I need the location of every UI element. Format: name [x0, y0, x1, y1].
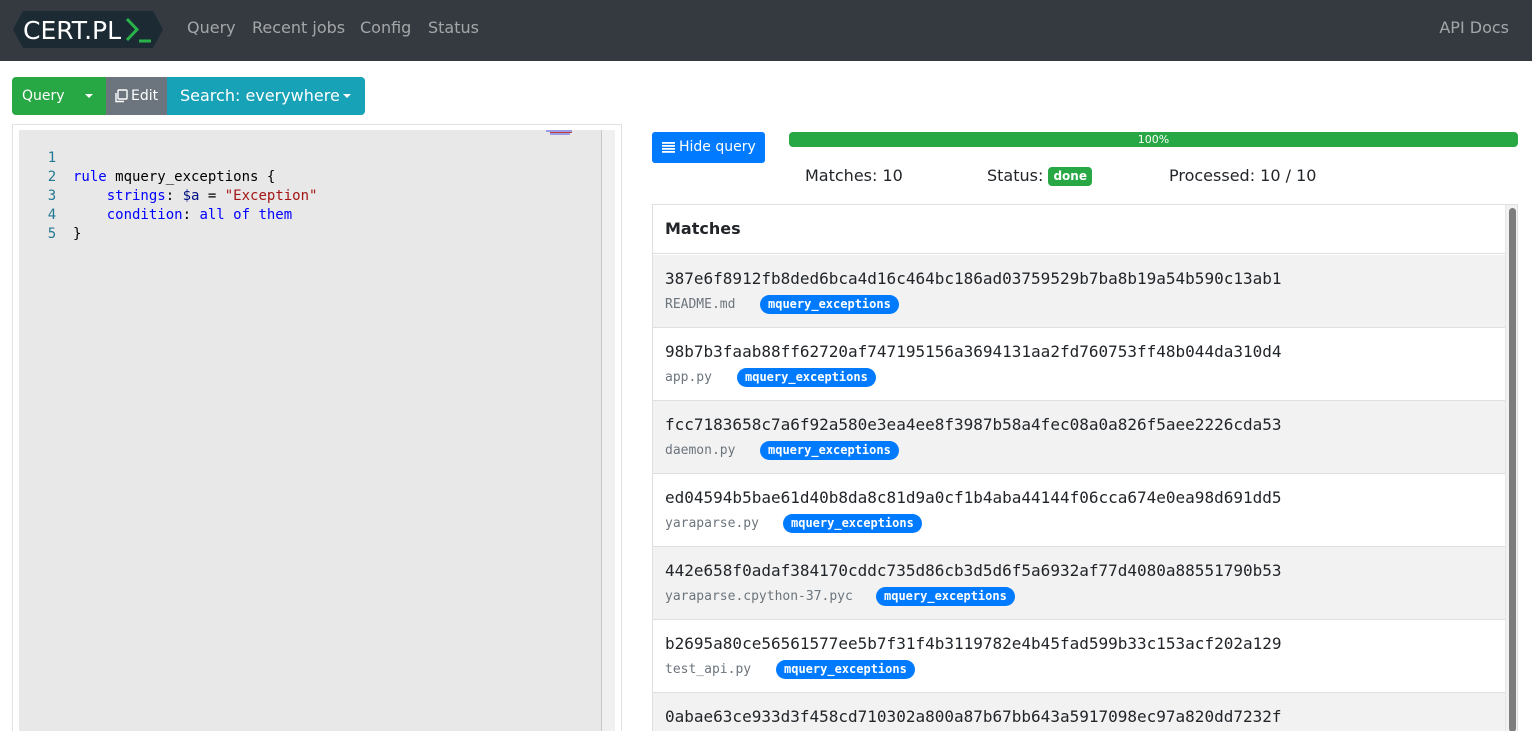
code-line: 5: [19, 206, 579, 242]
search-scope-label: Search: everywhere: [180, 86, 340, 105]
match-hash[interactable]: ed04594b5bae61d40b8da8c81d9a0cf1b4aba441…: [665, 488, 1282, 507]
hide-query-button[interactable]: Hide query: [652, 132, 765, 163]
rule-tag-badge[interactable]: mquery_exceptions: [876, 587, 1015, 606]
navbar: CERT.PL Query Recent jobs Config Status …: [0, 0, 1532, 61]
rule-tag-badge[interactable]: mquery_exceptions: [760, 441, 899, 460]
matches-list: 387e6f8912fb8ded6bca4d16c464bc186ad03759…: [653, 255, 1505, 731]
status-badge: done: [1048, 167, 1092, 186]
rule-tag-badge[interactable]: mquery_exceptions: [760, 295, 899, 314]
matches-card: Matches 387e6f8912fb8ded6bca4d16c464bc18…: [652, 204, 1518, 731]
list-icon: [662, 142, 675, 153]
match-hash[interactable]: fcc7183658c7a6f92a580e3ea4ee8f3987b58a4f…: [665, 415, 1282, 434]
nav-recent-jobs[interactable]: Recent jobs: [252, 18, 345, 38]
nav-status[interactable]: Status: [428, 18, 479, 38]
edit-button-label: Edit: [131, 88, 159, 104]
caret-down-icon: [85, 94, 93, 98]
matches-scrollbar[interactable]: [1505, 205, 1517, 731]
match-filename: test_api.py: [665, 662, 752, 677]
scrollbar-thumb[interactable]: [1509, 208, 1516, 731]
code-line: 1 rule mquery_exceptions {: [19, 130, 579, 185]
match-row[interactable]: ed04594b5bae61d40b8da8c81d9a0cf1b4aba441…: [653, 474, 1505, 547]
progress-bar: 100%: [789, 132, 1518, 147]
matches-card-header: Matches: [653, 205, 1505, 254]
match-row[interactable]: b2695a80ce56561577ee5b7f31f4b3119782e4b4…: [653, 620, 1505, 693]
match-hash[interactable]: 387e6f8912fb8ded6bca4d16c464bc186ad03759…: [665, 269, 1282, 288]
line-number: 5: [47, 226, 57, 242]
processed-count: Processed: 10 / 10: [1169, 166, 1317, 185]
match-row[interactable]: 98b7b3faab88ff62720af747195156a3694131aa…: [653, 328, 1505, 401]
copy-icon: [115, 89, 128, 103]
nav-api-docs[interactable]: API Docs: [1439, 18, 1509, 38]
status-label: Status:: [987, 166, 1044, 185]
editor-scrollbar[interactable]: [601, 130, 615, 731]
svg-text:CERT.PL: CERT.PL: [23, 16, 121, 45]
nav-query[interactable]: Query: [187, 18, 236, 38]
match-row[interactable]: 387e6f8912fb8ded6bca4d16c464bc186ad03759…: [653, 255, 1505, 328]
match-filename: README.md: [665, 297, 736, 312]
rule-tag-badge[interactable]: mquery_exceptions: [776, 660, 915, 679]
match-filename: yaraparse.py: [665, 516, 759, 531]
hide-query-label: Hide query: [679, 139, 756, 155]
search-scope-dropdown[interactable]: Search: everywhere: [167, 77, 365, 115]
match-row[interactable]: 0abae63ce933d3f458cd710302a800a87b67bb64…: [653, 693, 1505, 731]
edit-button[interactable]: Edit: [106, 77, 167, 115]
code-line: 2 strings: $a = "Exception": [19, 149, 579, 204]
nav-config[interactable]: Config: [360, 18, 411, 38]
matches-title: Matches: [665, 219, 741, 238]
match-row[interactable]: fcc7183658c7a6f92a580e3ea4ee8f3987b58a4f…: [653, 401, 1505, 474]
progress-fill: 100%: [789, 132, 1518, 147]
matches-count: Matches: 10: [805, 166, 903, 185]
rule-tag-badge[interactable]: mquery_exceptions: [737, 368, 876, 387]
match-row[interactable]: 442e658f0adaf384170cddc735d86cb3d5d6f5a6…: [653, 547, 1505, 620]
code-line: 4 }: [19, 187, 579, 242]
match-filename: daemon.py: [665, 443, 736, 458]
match-hash[interactable]: 442e658f0adaf384170cddc735d86cb3d5d6f5a6…: [665, 561, 1282, 580]
rule-tag-badge[interactable]: mquery_exceptions: [783, 514, 922, 533]
match-hash[interactable]: 0abae63ce933d3f458cd710302a800a87b67bb64…: [665, 707, 1282, 726]
code-text: }: [73, 226, 82, 242]
code-line: 3 condition: all of them: [19, 168, 579, 223]
match-hash[interactable]: 98b7b3faab88ff62720af747195156a3694131aa…: [665, 342, 1282, 361]
match-filename: yaraparse.cpython-37.pyc: [665, 589, 853, 604]
match-hash[interactable]: b2695a80ce56561577ee5b7f31f4b3119782e4b4…: [665, 634, 1282, 653]
cert-pl-logo[interactable]: CERT.PL: [13, 11, 163, 48]
match-filename: app.py: [665, 370, 712, 385]
query-button[interactable]: Query: [12, 77, 72, 115]
status-field: Status: done: [987, 166, 1092, 186]
caret-down-icon: [343, 94, 351, 98]
query-dropdown-toggle[interactable]: [72, 77, 106, 115]
